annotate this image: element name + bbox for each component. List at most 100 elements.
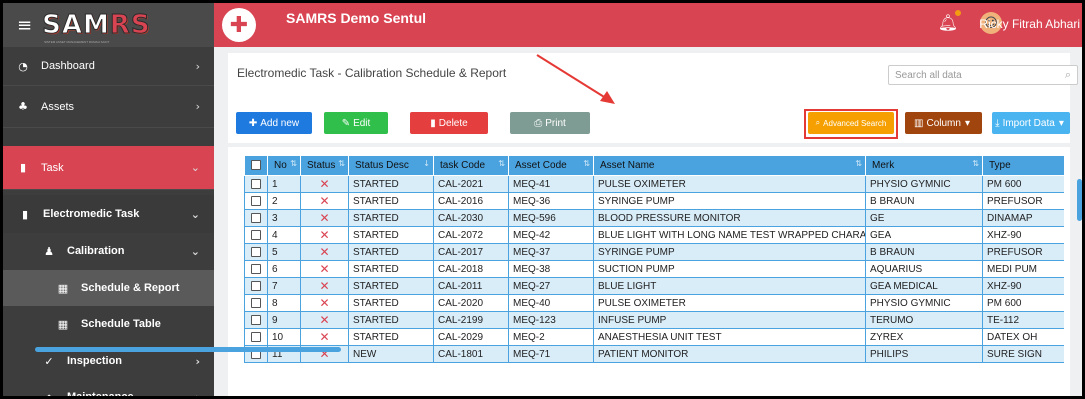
row-checkbox[interactable] — [251, 212, 261, 223]
row-checkbox[interactable] — [251, 178, 261, 189]
row-select-cell[interactable] — [244, 311, 268, 329]
hamburger-menu-icon[interactable]: ≡ — [17, 15, 32, 36]
import-data-button[interactable]: ⤓ Import Data ▾ — [992, 112, 1070, 134]
table-row[interactable]: 11 ✕ NEW CAL-1801 MEQ-71 PATIENT MONITOR PHILI… — [244, 345, 1064, 363]
table-row[interactable]: 5 ✕ STARTED CAL-2017 MEQ-37 SYRINGE PUMP B BRA… — [244, 243, 1064, 261]
cell-asset-name: ANAESTHESIA UNIT TEST — [593, 328, 866, 346]
row-checkbox[interactable] — [251, 263, 261, 274]
print-icon: ⎙ — [534, 117, 543, 129]
column-header-status-desc[interactable]: Status Desc ↓ — [348, 155, 434, 176]
cell-asset-code: MEQ-2 — [508, 328, 594, 346]
sidebar-item-electromedic-task[interactable]: ▮ Electromedic Task ⌄ — [3, 195, 214, 233]
row-select-cell[interactable] — [244, 328, 268, 346]
cell-task-code: CAL-2199 — [433, 311, 509, 329]
column-header-label: Asset Code — [515, 160, 567, 171]
status-x-icon: ✕ — [300, 294, 349, 312]
column-button[interactable]: ▥ Column ▾ — [905, 112, 982, 134]
edit-button[interactable]: ✎ Edit — [324, 112, 388, 134]
select-all-checkbox[interactable] — [251, 160, 261, 171]
cell-merk: PHYSIO GYMNIC — [865, 175, 983, 193]
cell-type: SURE SIGN — [982, 345, 1064, 363]
sidebar-item-dashboard[interactable]: ◔ Dashboard › — [3, 47, 214, 86]
table-row[interactable]: 3 ✕ STARTED CAL-2030 MEQ-596 BLOOD PRESSURE M… — [244, 209, 1064, 227]
row-select-cell[interactable] — [244, 175, 268, 193]
column-header-asset-code[interactable]: Asset Code ⇅ — [508, 155, 594, 176]
calendar-icon: ▦ — [57, 317, 69, 331]
horizontal-scrollbar[interactable] — [35, 347, 341, 352]
user-name[interactable]: Ricky Fitrah Abhari — [979, 17, 1080, 31]
vertical-scrollbar[interactable] — [1077, 179, 1082, 221]
chevron-down-icon: ⌄ — [190, 207, 200, 221]
sidebar-item-schedule-report[interactable]: ▦ Schedule & Report — [3, 270, 214, 306]
status-x-icon: ✕ — [300, 243, 349, 261]
row-checkbox[interactable] — [251, 229, 261, 240]
sort-icon: ⇅ — [855, 159, 862, 168]
cell-type: PREFUSOR — [982, 192, 1064, 210]
hospital-logo-icon: ✚ — [222, 8, 256, 42]
row-select-cell[interactable] — [244, 226, 268, 244]
cell-asset-code: MEQ-36 — [508, 192, 594, 210]
column-header-type[interactable]: Type — [982, 155, 1064, 176]
cell-task-code: CAL-2016 — [433, 192, 509, 210]
cell-asset-code: MEQ-27 — [508, 277, 594, 295]
status-x-icon: ✕ — [300, 226, 349, 244]
sidebar-item-label: Schedule Table — [81, 318, 161, 330]
sidebar-item-schedule-table[interactable]: ▦ Schedule Table — [3, 306, 214, 342]
table-row[interactable]: 7 ✕ STARTED CAL-2011 MEQ-27 BLUE LIGHT GEA MED… — [244, 277, 1064, 295]
column-header-no[interactable]: No ⇅ — [267, 155, 301, 176]
table-body: 1 ✕ STARTED CAL-2021 MEQ-41 PULSE OXIMETER PHY… — [244, 175, 1064, 363]
sidebar-item-calibration[interactable]: ♟ Calibration ⌄ — [3, 233, 214, 269]
table-row[interactable]: 8 ✕ STARTED CAL-2020 MEQ-40 PULSE OXIMETER PHY… — [244, 294, 1064, 312]
search-input[interactable]: Search all data ⌕ — [888, 65, 1078, 85]
column-header-label: Type — [989, 160, 1011, 171]
table-row[interactable]: 10 ✕ STARTED CAL-2029 MEQ-2 ANAESTHESIA UNIT … — [244, 328, 1064, 346]
table-row[interactable]: 9 ✕ STARTED CAL-2199 MEQ-123 INFUSE PUMP TERUM… — [244, 311, 1064, 329]
cell-merk: TERUMO — [865, 311, 983, 329]
column-header-asset-name[interactable]: Asset Name ⇅ — [593, 155, 866, 176]
select-all-header[interactable] — [244, 155, 268, 176]
column-header-merk[interactable]: Merk ⇅ — [865, 155, 983, 176]
print-button[interactable]: ⎙ Print — [510, 112, 590, 134]
add-new-button[interactable]: ✚ Add new — [236, 112, 312, 134]
row-select-cell[interactable] — [244, 277, 268, 295]
sidebar-item-assets[interactable]: ♣ Assets › — [3, 86, 214, 128]
row-checkbox[interactable] — [251, 195, 261, 206]
cell-asset-name: PATIENT MONITOR — [593, 345, 866, 363]
row-select-cell[interactable] — [244, 260, 268, 278]
column-header-task-code[interactable]: task Code ⇅ — [433, 155, 509, 176]
status-x-icon: ✕ — [300, 209, 349, 227]
app-logo[interactable]: SAMRS — [42, 10, 150, 41]
row-checkbox[interactable] — [251, 314, 261, 325]
chevron-right-icon: › — [195, 100, 200, 113]
sort-icon: ⇅ — [290, 159, 297, 168]
row-checkbox[interactable] — [251, 246, 261, 257]
chevron-down-icon: ⌄ — [190, 161, 200, 174]
delete-button[interactable]: ▮ Delete — [410, 112, 488, 134]
row-checkbox[interactable] — [251, 331, 261, 342]
task-icon: ▮ — [19, 161, 27, 174]
cell-asset-name: PULSE OXIMETER — [593, 175, 866, 193]
sidebar-item-label: Task — [41, 161, 64, 174]
table-row[interactable]: 2 ✕ STARTED CAL-2016 MEQ-36 SYRINGE PUMP B BRA… — [244, 192, 1064, 210]
row-select-cell[interactable] — [244, 192, 268, 210]
row-select-cell[interactable] — [244, 209, 268, 227]
cell-merk: AQUARIUS — [865, 260, 983, 278]
table-card: No ⇅ Status ⇅ Status Desc ↓ task Code ⇅ Asse… — [228, 147, 1070, 396]
cell-asset-name: BLUE LIGHT WITH LONG NAME TEST WRAPPED C… — [593, 226, 866, 244]
sidebar-item-maintenance[interactable]: ⌂ Maintenance › — [3, 379, 214, 397]
row-checkbox[interactable] — [251, 280, 261, 291]
table-row[interactable]: 4 ✕ STARTED CAL-2072 MEQ-42 BLUE LIGHT WITH L… — [244, 226, 1064, 244]
sidebar-item-task[interactable]: ▮ Task ⌄ — [3, 146, 214, 190]
highlight-box — [804, 109, 898, 139]
cell-type: DATEX OH — [982, 328, 1064, 346]
cell-task-code: CAL-2017 — [433, 243, 509, 261]
cell-asset-code: MEQ-41 — [508, 175, 594, 193]
cell-type: XHZ-90 — [982, 226, 1064, 244]
column-header-label: Status Desc — [355, 160, 409, 171]
table-row[interactable]: 1 ✕ STARTED CAL-2021 MEQ-41 PULSE OXIMETER PHY… — [244, 175, 1064, 193]
column-header-status[interactable]: Status ⇅ — [300, 155, 349, 176]
row-checkbox[interactable] — [251, 297, 261, 308]
row-select-cell[interactable] — [244, 243, 268, 261]
table-row[interactable]: 6 ✕ STARTED CAL-2018 MEQ-38 SUCTION PUMP AQUAR… — [244, 260, 1064, 278]
row-select-cell[interactable] — [244, 294, 268, 312]
